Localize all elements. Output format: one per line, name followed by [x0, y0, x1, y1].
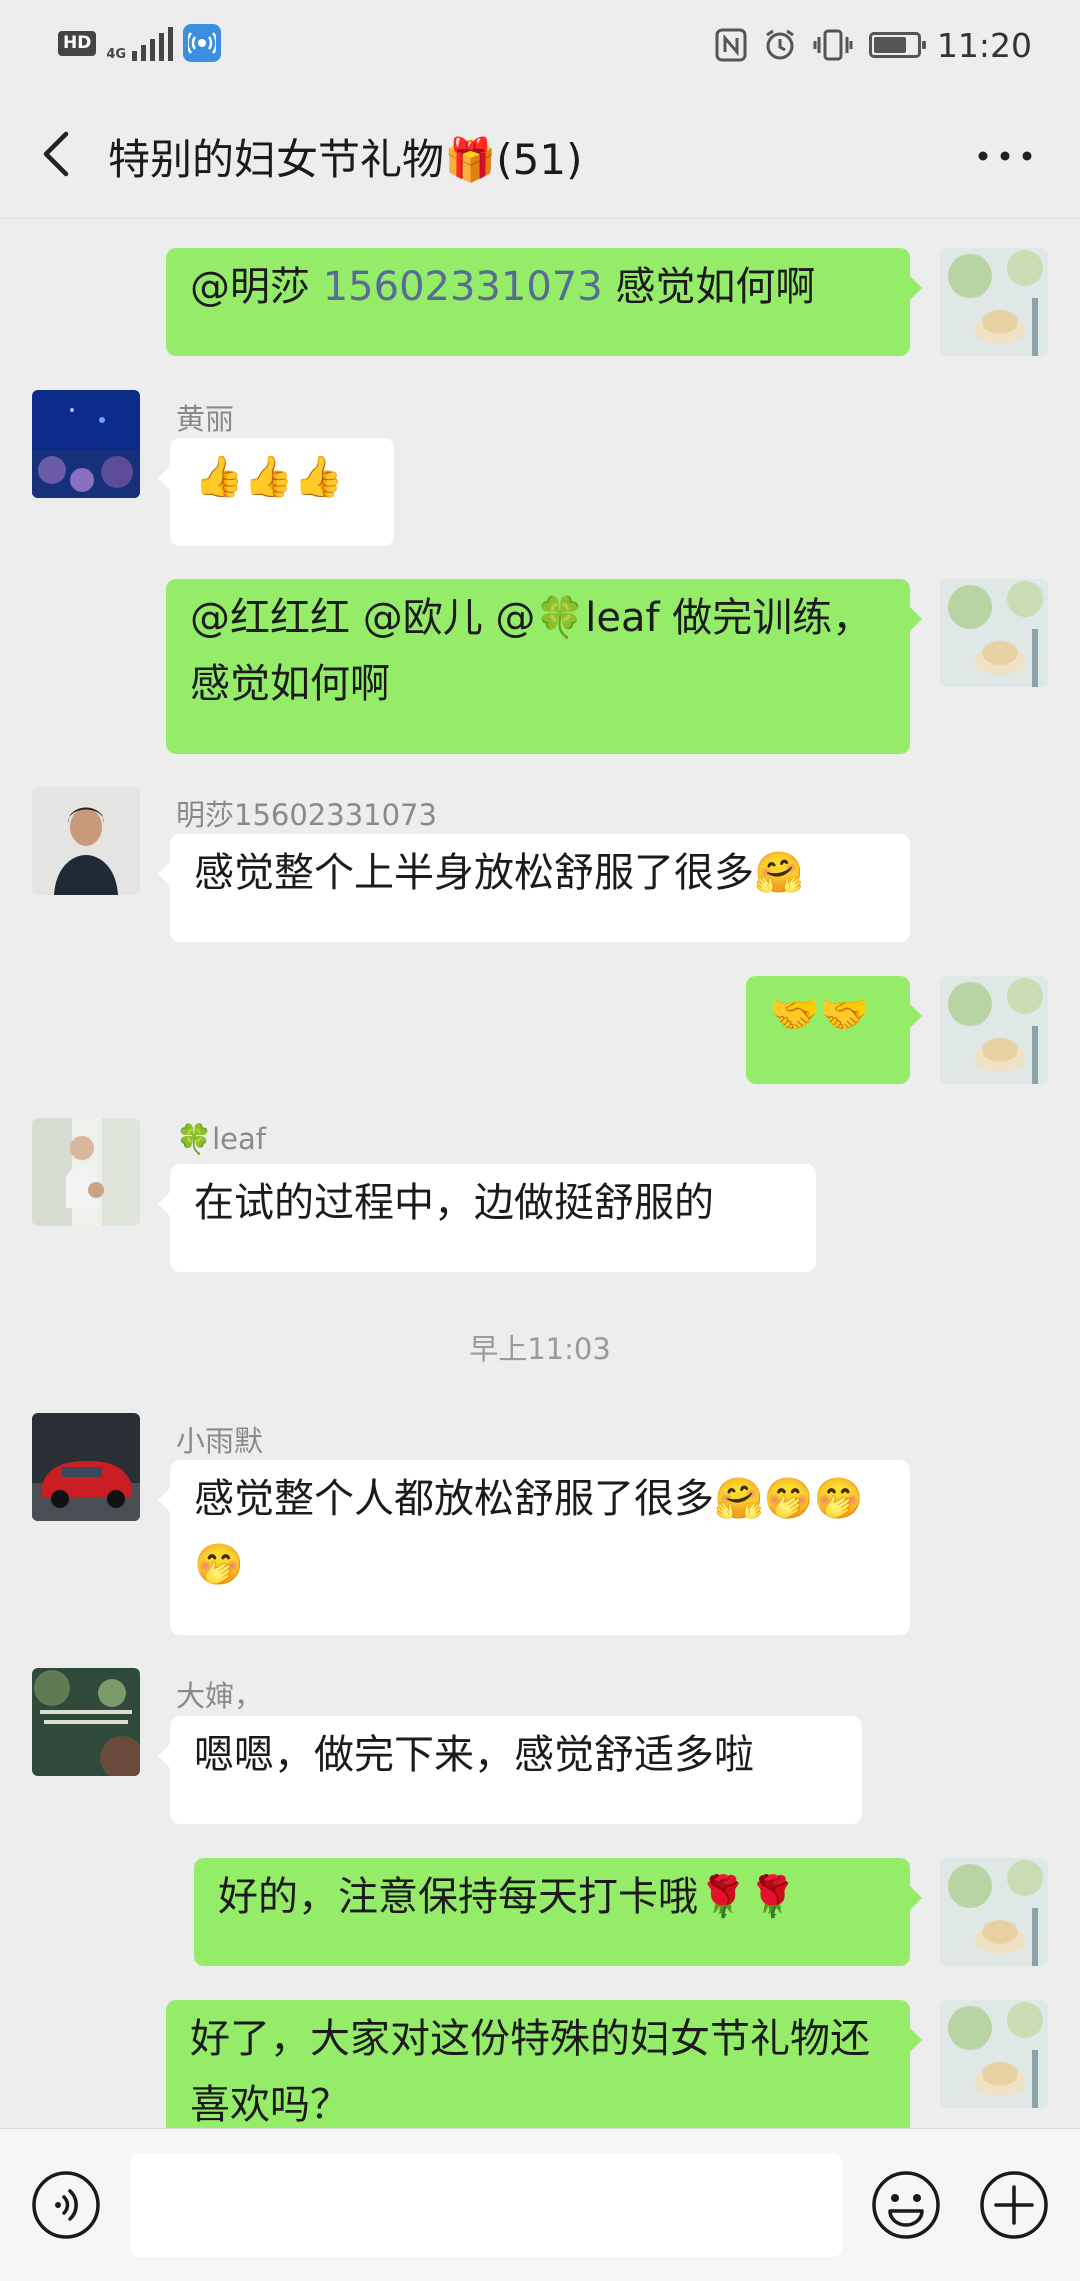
- hd-voice-badge: HD: [58, 30, 97, 56]
- avatar-dashen[interactable]: [32, 1668, 140, 1776]
- avatar-mingsha[interactable]: [32, 787, 140, 895]
- phone-number-link[interactable]: 15602331073: [323, 264, 603, 310]
- battery-icon: [868, 32, 926, 58]
- avatar-self[interactable]: [940, 2000, 1048, 2108]
- avatar-huangli[interactable]: [32, 390, 140, 498]
- emoji-icon[interactable]: [870, 2169, 942, 2241]
- message-text: 感觉整个人都放松舒服了很多🤗🤭🤭🤭: [194, 1476, 864, 1588]
- avatar-self[interactable]: [940, 1858, 1048, 1966]
- status-time: 11:20: [936, 25, 1032, 65]
- message-bubble[interactable]: 感觉整个上半身放松舒服了很多🤗: [158, 834, 910, 942]
- message-bubble-self[interactable]: @红红红 @欧儿 @🍀leaf 做完训练，感觉如何啊: [166, 579, 922, 754]
- message-text: @红红红 @欧儿 @🍀leaf 做完训练，感觉如何啊: [190, 595, 873, 707]
- message-text: 好的，注意保持每天打卡哦🌹🌹: [218, 1874, 798, 1920]
- avatar-leaf[interactable]: [32, 1118, 140, 1226]
- signal-icon: 4G: [106, 25, 174, 61]
- message-bubble[interactable]: 嗯嗯，做完下来，感觉舒适多啦: [158, 1716, 862, 1824]
- message-bubble-self[interactable]: 🤝🤝: [746, 976, 922, 1084]
- sender-name: 大婶，: [176, 1679, 264, 1713]
- sender-name: 黄丽: [176, 402, 235, 436]
- sender-name: 小雨默: [176, 1424, 264, 1458]
- avatar-xiaoyumo[interactable]: [32, 1413, 140, 1521]
- input-bar: [0, 2128, 1080, 2281]
- status-bar: HD 4G 11:20: [0, 0, 1080, 90]
- timestamp: 早上11:03: [469, 1332, 611, 1366]
- message-text: 在试的过程中，边做挺舒服的: [194, 1180, 714, 1226]
- more-dots-icon[interactable]: [970, 126, 1040, 186]
- message-text: 感觉如何啊: [602, 264, 816, 310]
- message-bubble-self[interactable]: @明莎 15602331073 感觉如何啊: [166, 248, 922, 356]
- message-bubble[interactable]: 👍👍👍: [158, 438, 394, 546]
- message-bubble[interactable]: 感觉整个人都放松舒服了很多🤗🤭🤭🤭: [158, 1460, 910, 1635]
- thumbs-up-emoji: 👍👍👍: [194, 454, 344, 500]
- sender-name: 明莎15602331073: [176, 798, 437, 832]
- avatar-self[interactable]: [940, 976, 1048, 1084]
- voice-icon[interactable]: [30, 2169, 102, 2241]
- nfc-icon: [715, 28, 747, 62]
- handshake-emoji: 🤝🤝: [770, 992, 870, 1038]
- message-bubble[interactable]: 在试的过程中，边做挺舒服的: [158, 1164, 816, 1272]
- avatar-self[interactable]: [940, 248, 1048, 356]
- avatar-self[interactable]: [940, 579, 1048, 687]
- alarm-icon: [763, 28, 797, 62]
- message-input[interactable]: [130, 2153, 842, 2257]
- message-text: 好了，大家对这份特殊的妇女节礼物还喜欢吗？: [190, 2016, 870, 2128]
- message-text: 感觉整个上半身放松舒服了很多🤗: [194, 850, 804, 896]
- chevron-left-icon[interactable]: [30, 120, 90, 188]
- vibrate-icon: [813, 28, 853, 62]
- chat-title: 特别的妇女节礼物🎁(51): [108, 135, 583, 184]
- message-bubble-self[interactable]: 好的，注意保持每天打卡哦🌹🌹: [194, 1858, 922, 1966]
- chat-header: 特别的妇女节礼物🎁(51): [0, 90, 1080, 219]
- plus-icon[interactable]: [978, 2169, 1050, 2241]
- sender-name: 🍀leaf: [176, 1122, 266, 1156]
- message-text: 嗯嗯，做完下来，感觉舒适多啦: [194, 1732, 754, 1778]
- wifi-hotspot-icon: [183, 24, 222, 62]
- mention-text: @明莎: [190, 264, 323, 310]
